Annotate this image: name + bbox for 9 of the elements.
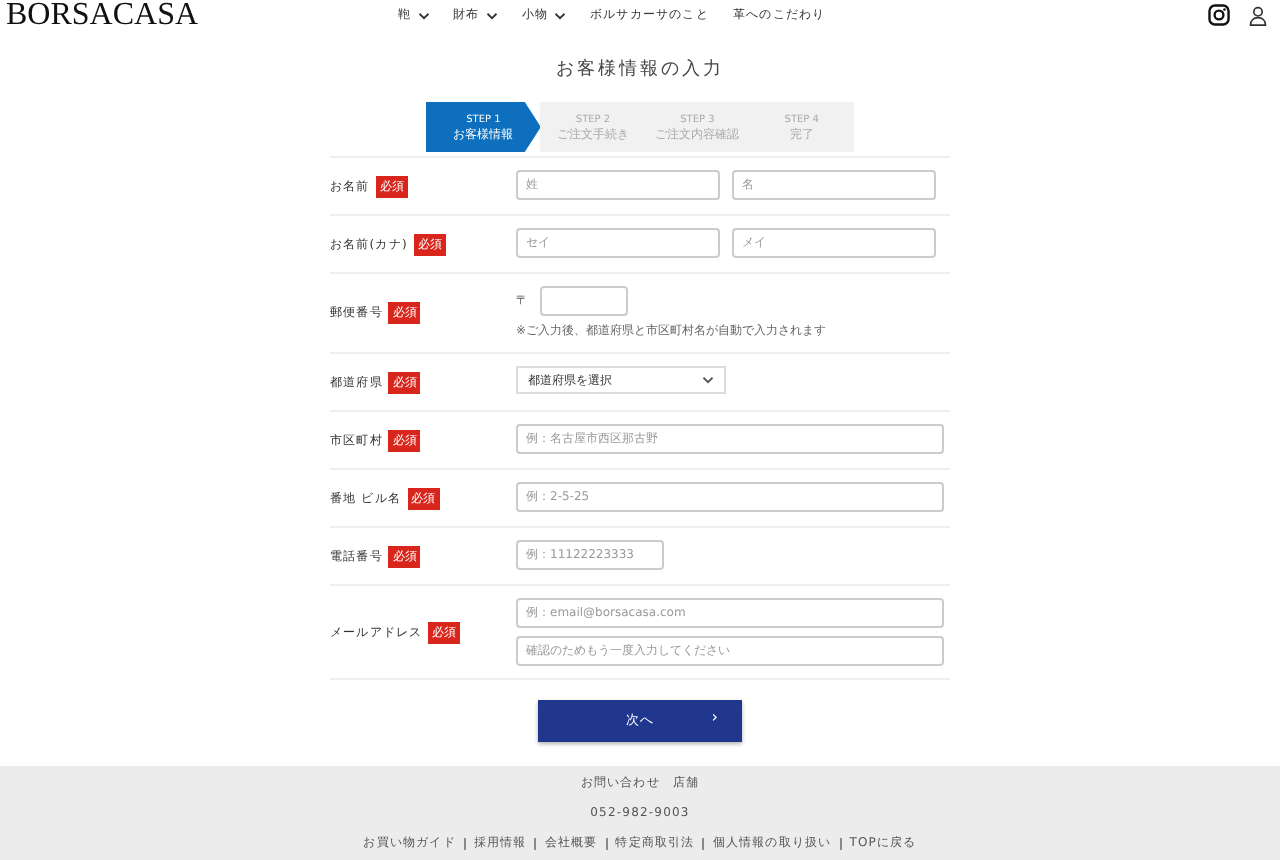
- user-icon[interactable]: [1248, 5, 1268, 25]
- page-title: お客様情報の入力: [554, 57, 726, 82]
- chevron-down-icon: [702, 376, 714, 384]
- logo[interactable]: BORSACASA: [6, 0, 199, 30]
- chevron-down-icon: [485, 11, 498, 19]
- instagram-icon[interactable]: [1208, 4, 1230, 26]
- postal-code-field[interactable]: [540, 286, 628, 316]
- chevron-down-icon: [417, 11, 430, 19]
- chevron-down-icon: [554, 11, 567, 19]
